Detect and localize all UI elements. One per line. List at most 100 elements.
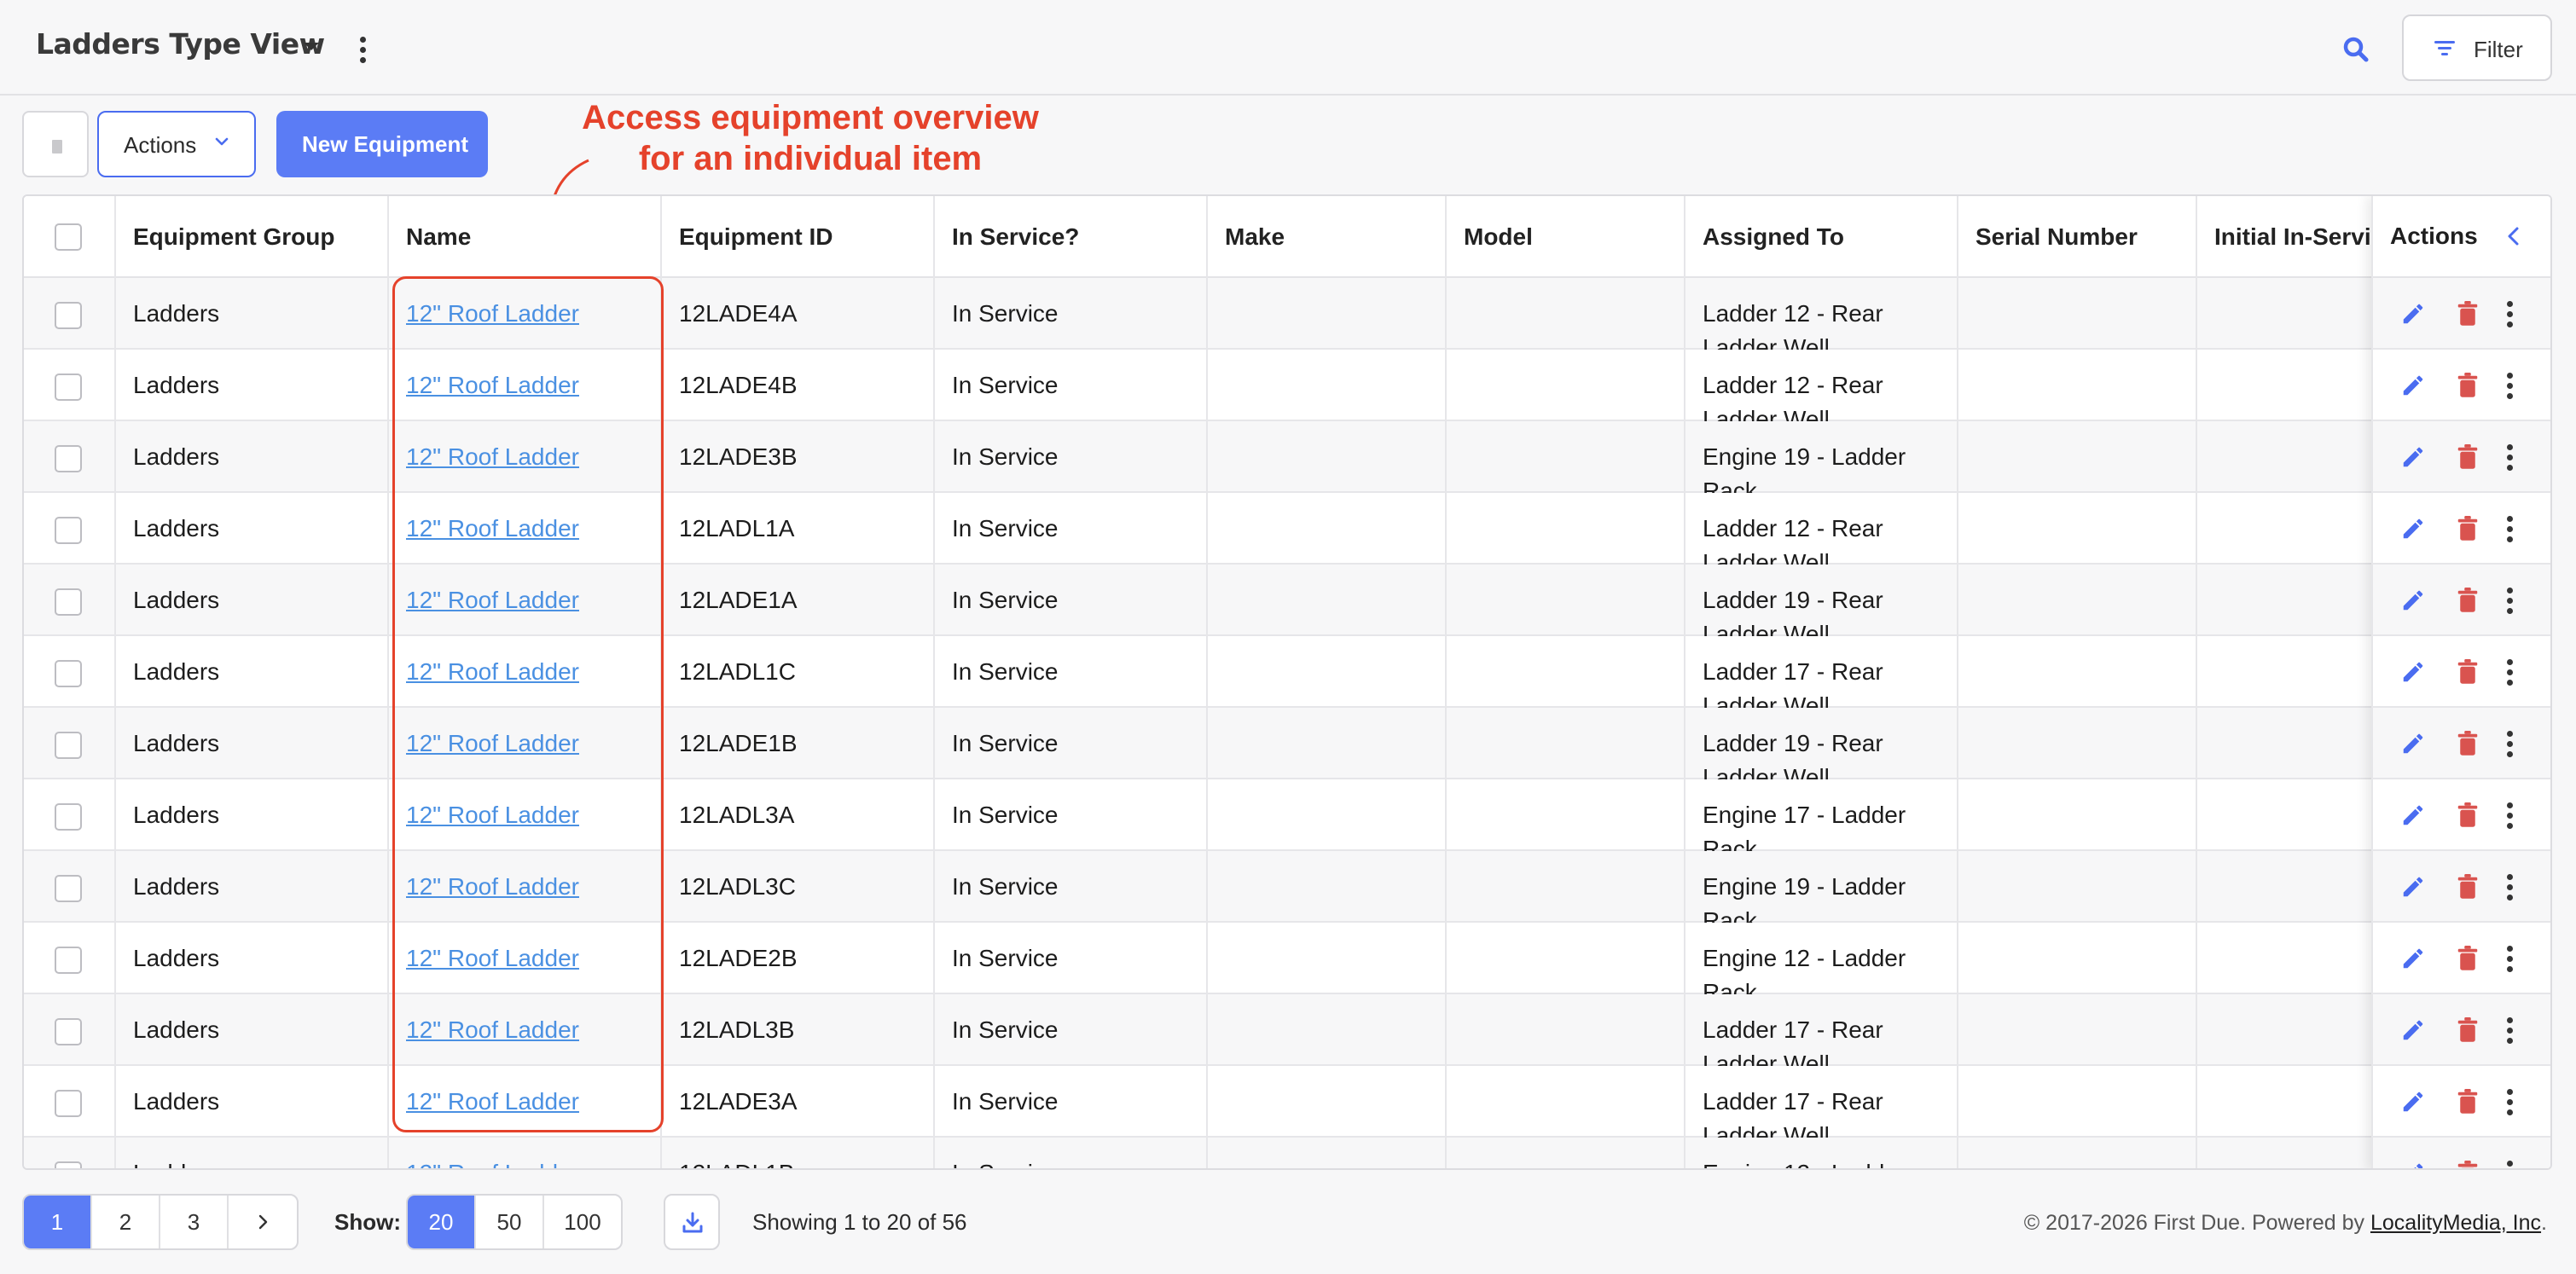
pencil-icon[interactable] <box>2400 802 2426 828</box>
col-equipment-group[interactable]: Equipment Group <box>116 196 389 278</box>
more-vertical-icon[interactable] <box>359 37 366 63</box>
pencil-icon[interactable] <box>2400 874 2426 900</box>
equipment-name-link[interactable]: 12" Roof Ladder <box>406 587 579 613</box>
equipment-name-link[interactable]: 12" Roof Ladder <box>406 802 579 828</box>
more-vertical-icon[interactable] <box>2506 588 2513 614</box>
more-vertical-icon[interactable] <box>2506 301 2513 327</box>
next-page-button[interactable] <box>229 1196 297 1248</box>
row-select-cell <box>24 1066 116 1138</box>
equipment-name-link[interactable]: 12" Roof Ladder <box>406 1160 579 1168</box>
row-checkbox[interactable] <box>55 588 82 616</box>
locality-media-link[interactable]: LocalityMedia, Inc <box>2370 1211 2541 1235</box>
equipment-name-link[interactable]: 12" Roof Ladder <box>406 873 579 900</box>
row-checkbox[interactable] <box>55 1161 82 1168</box>
row-checkbox[interactable] <box>55 803 82 831</box>
row-actions <box>2373 1138 2550 1170</box>
more-vertical-icon[interactable] <box>2506 874 2513 900</box>
more-vertical-icon[interactable] <box>2506 1161 2513 1168</box>
pencil-icon[interactable] <box>2400 516 2426 541</box>
col-model[interactable]: Model <box>1447 196 1685 278</box>
row-checkbox[interactable] <box>55 374 82 401</box>
trash-icon[interactable] <box>2457 516 2479 541</box>
trash-icon[interactable] <box>2457 802 2479 828</box>
trash-icon[interactable] <box>2457 1089 2479 1115</box>
download-button[interactable] <box>664 1194 720 1250</box>
equipment-name-link[interactable]: 12" Roof Ladder <box>406 443 579 470</box>
chevron-left-icon[interactable] <box>2503 225 2525 247</box>
equipment-name-link[interactable]: 12" Roof Ladder <box>406 945 579 971</box>
filter-button[interactable]: Filter <box>2402 14 2552 81</box>
cell-equipment-id: 12LADE1A <box>662 565 935 636</box>
row-checkbox[interactable] <box>55 445 82 472</box>
more-vertical-icon[interactable] <box>2506 373 2513 399</box>
pencil-icon[interactable] <box>2400 1089 2426 1115</box>
more-vertical-icon[interactable] <box>2506 802 2513 829</box>
equipment-name-link[interactable]: 12" Roof Ladder <box>406 1016 579 1043</box>
more-vertical-icon[interactable] <box>2506 659 2513 686</box>
equipment-name-link[interactable]: 12" Roof Ladder <box>406 300 579 327</box>
trash-icon[interactable] <box>2457 1161 2479 1170</box>
page-size-100[interactable]: 100 <box>544 1196 621 1248</box>
caret-down-icon[interactable] <box>304 43 319 50</box>
pencil-icon[interactable] <box>2400 1161 2426 1170</box>
cell-equipment-group: Ladders <box>116 636 389 708</box>
row-checkbox[interactable] <box>55 1090 82 1117</box>
col-make[interactable]: Make <box>1208 196 1447 278</box>
more-vertical-icon[interactable] <box>2506 1089 2513 1115</box>
trash-icon[interactable] <box>2457 1017 2479 1043</box>
trash-icon[interactable] <box>2457 444 2479 470</box>
row-actions <box>2373 779 2550 851</box>
new-equipment-button[interactable]: New Equipment <box>276 111 488 177</box>
row-checkbox[interactable] <box>55 660 82 687</box>
trash-icon[interactable] <box>2457 946 2479 971</box>
equipment-name-link[interactable]: 12" Roof Ladder <box>406 1088 579 1115</box>
equipment-name-link[interactable]: 12" Roof Ladder <box>406 730 579 756</box>
more-vertical-icon[interactable] <box>2506 946 2513 972</box>
pencil-icon[interactable] <box>2400 659 2426 685</box>
col-equipment-id[interactable]: Equipment ID <box>662 196 935 278</box>
page-size-50[interactable]: 50 <box>476 1196 544 1248</box>
view-title[interactable]: Ladders Type View <box>36 27 325 61</box>
search-icon[interactable] <box>2341 34 2371 65</box>
row-checkbox[interactable] <box>55 1018 82 1045</box>
page-size-20[interactable]: 20 <box>408 1196 476 1248</box>
pencil-icon[interactable] <box>2400 1017 2426 1043</box>
col-in-service[interactable]: In Service? <box>935 196 1208 278</box>
row-checkbox[interactable] <box>55 302 82 329</box>
equipment-name-link[interactable]: 12" Roof Ladder <box>406 515 579 541</box>
equipment-name-link[interactable]: 12" Roof Ladder <box>406 658 579 685</box>
more-vertical-icon[interactable] <box>2506 516 2513 542</box>
trash-icon[interactable] <box>2457 659 2479 685</box>
more-vertical-icon[interactable] <box>2506 1017 2513 1044</box>
row-checkbox[interactable] <box>55 732 82 759</box>
row-checkbox[interactable] <box>55 875 82 902</box>
table-row: Ladders 12" Roof Ladder 12LADL1A In Service… <box>24 493 2550 565</box>
pencil-icon[interactable] <box>2400 588 2426 613</box>
trash-icon[interactable] <box>2457 874 2479 900</box>
row-checkbox[interactable] <box>55 517 82 544</box>
trash-icon[interactable] <box>2457 373 2479 398</box>
trash-icon[interactable] <box>2457 301 2479 327</box>
page-3-button[interactable]: 3 <box>160 1196 229 1248</box>
col-assigned-to[interactable]: Assigned To <box>1685 196 1958 278</box>
page-2-button[interactable]: 2 <box>92 1196 160 1248</box>
more-vertical-icon[interactable] <box>2506 731 2513 757</box>
pencil-icon[interactable] <box>2400 946 2426 971</box>
page-1-button[interactable]: 1 <box>24 1196 92 1248</box>
cell-in-service: In Service <box>935 565 1208 636</box>
equipment-name-link[interactable]: 12" Roof Ladder <box>406 372 579 398</box>
actions-dropdown[interactable]: Actions <box>97 111 256 177</box>
pencil-icon[interactable] <box>2400 301 2426 327</box>
row-select-cell <box>24 994 116 1066</box>
col-name[interactable]: Name <box>389 196 662 278</box>
trash-icon[interactable] <box>2457 588 2479 613</box>
row-checkbox[interactable] <box>55 947 82 974</box>
pencil-icon[interactable] <box>2400 444 2426 470</box>
col-serial-number[interactable]: Serial Number <box>1958 196 2197 278</box>
pencil-icon[interactable] <box>2400 373 2426 398</box>
select-all-checkbox[interactable] <box>55 223 82 251</box>
trash-icon[interactable] <box>2457 731 2479 756</box>
pencil-icon[interactable] <box>2400 731 2426 756</box>
more-vertical-icon[interactable] <box>2506 444 2513 471</box>
bulk-delete-button[interactable] <box>22 111 89 177</box>
